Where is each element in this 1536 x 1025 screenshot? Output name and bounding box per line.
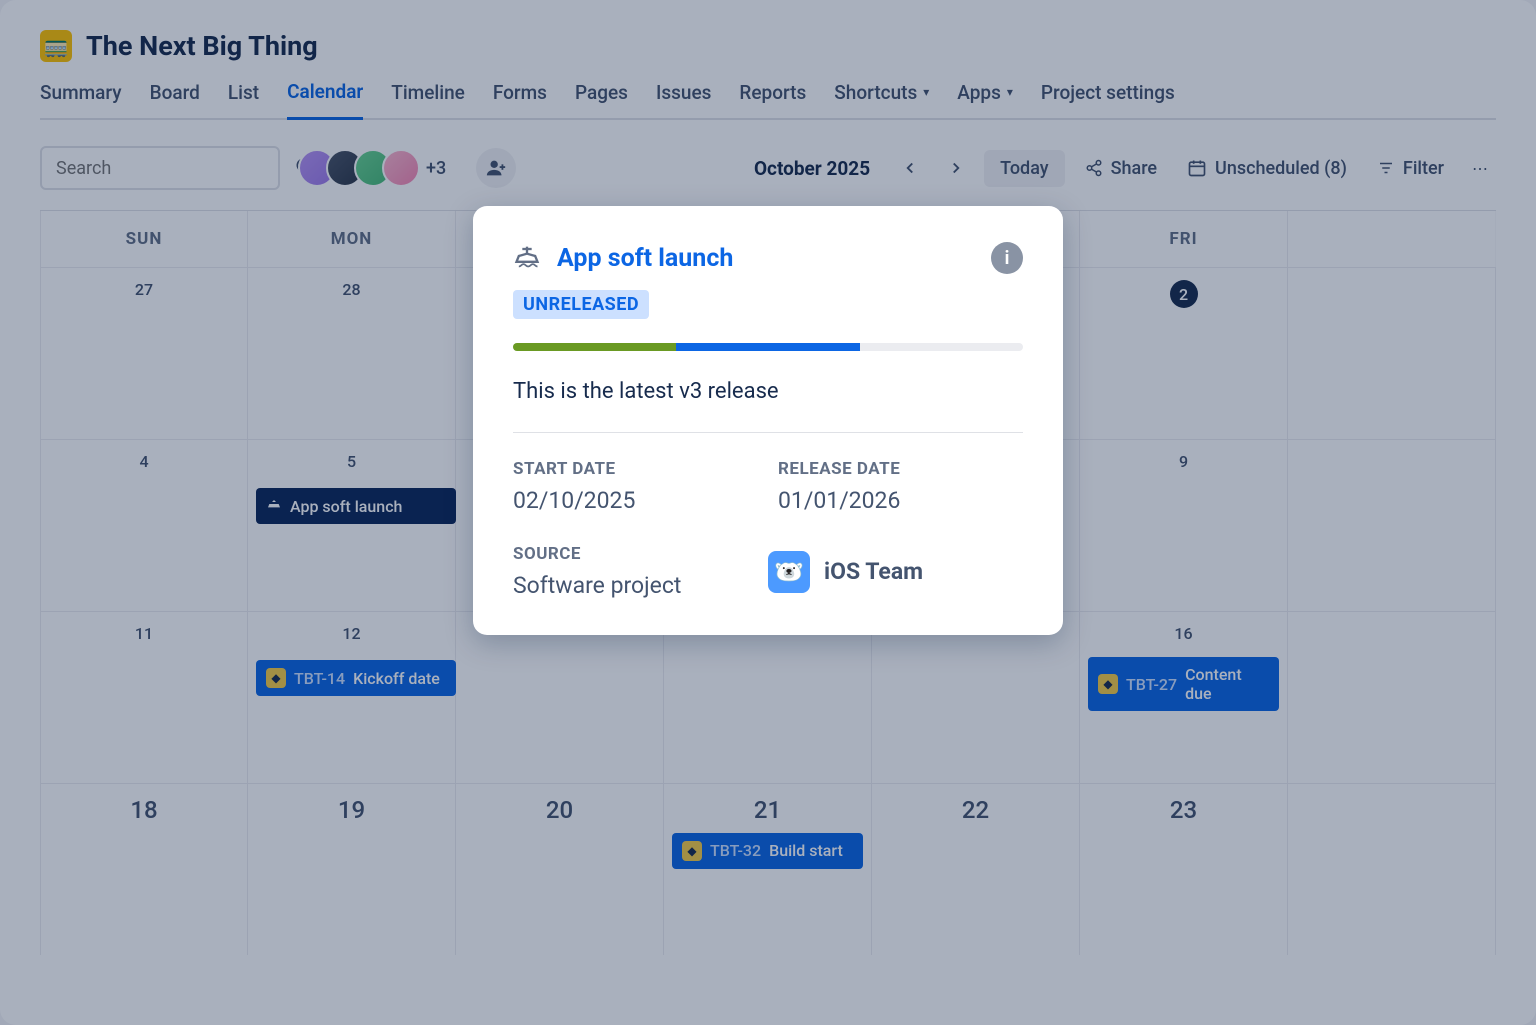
source-label: SOURCE xyxy=(513,544,768,564)
date-row: START DATE 02/10/2025 RELEASE DATE 01/01… xyxy=(513,459,1023,514)
team-name: iOS Team xyxy=(824,558,923,585)
release-modal: App soft launch i UNRELEASED This is the… xyxy=(473,206,1063,635)
divider xyxy=(513,432,1023,433)
progress-bar xyxy=(513,343,1023,351)
progress-done xyxy=(513,343,676,351)
source-value: Software project xyxy=(513,572,768,599)
team-icon: 🐻‍❄️ xyxy=(768,551,810,593)
source-row: SOURCE Software project 🐻‍❄️ iOS Team xyxy=(513,544,1023,599)
modal-header: App soft launch i xyxy=(513,242,1023,274)
release-date-label: RELEASE DATE xyxy=(778,459,1023,479)
modal-title[interactable]: App soft launch xyxy=(557,244,975,273)
progress-inprogress xyxy=(676,343,860,351)
status-badge: UNRELEASED xyxy=(513,290,649,319)
info-icon[interactable]: i xyxy=(991,242,1023,274)
modal-description: This is the latest v3 release xyxy=(513,379,1023,404)
ship-icon xyxy=(513,242,541,274)
start-date-value: 02/10/2025 xyxy=(513,487,758,514)
team-link[interactable]: 🐻‍❄️ iOS Team xyxy=(768,551,1023,593)
release-date-value: 01/01/2026 xyxy=(778,487,1023,514)
modal-overlay[interactable]: App soft launch i UNRELEASED This is the… xyxy=(0,0,1536,1025)
start-date-label: START DATE xyxy=(513,459,758,479)
